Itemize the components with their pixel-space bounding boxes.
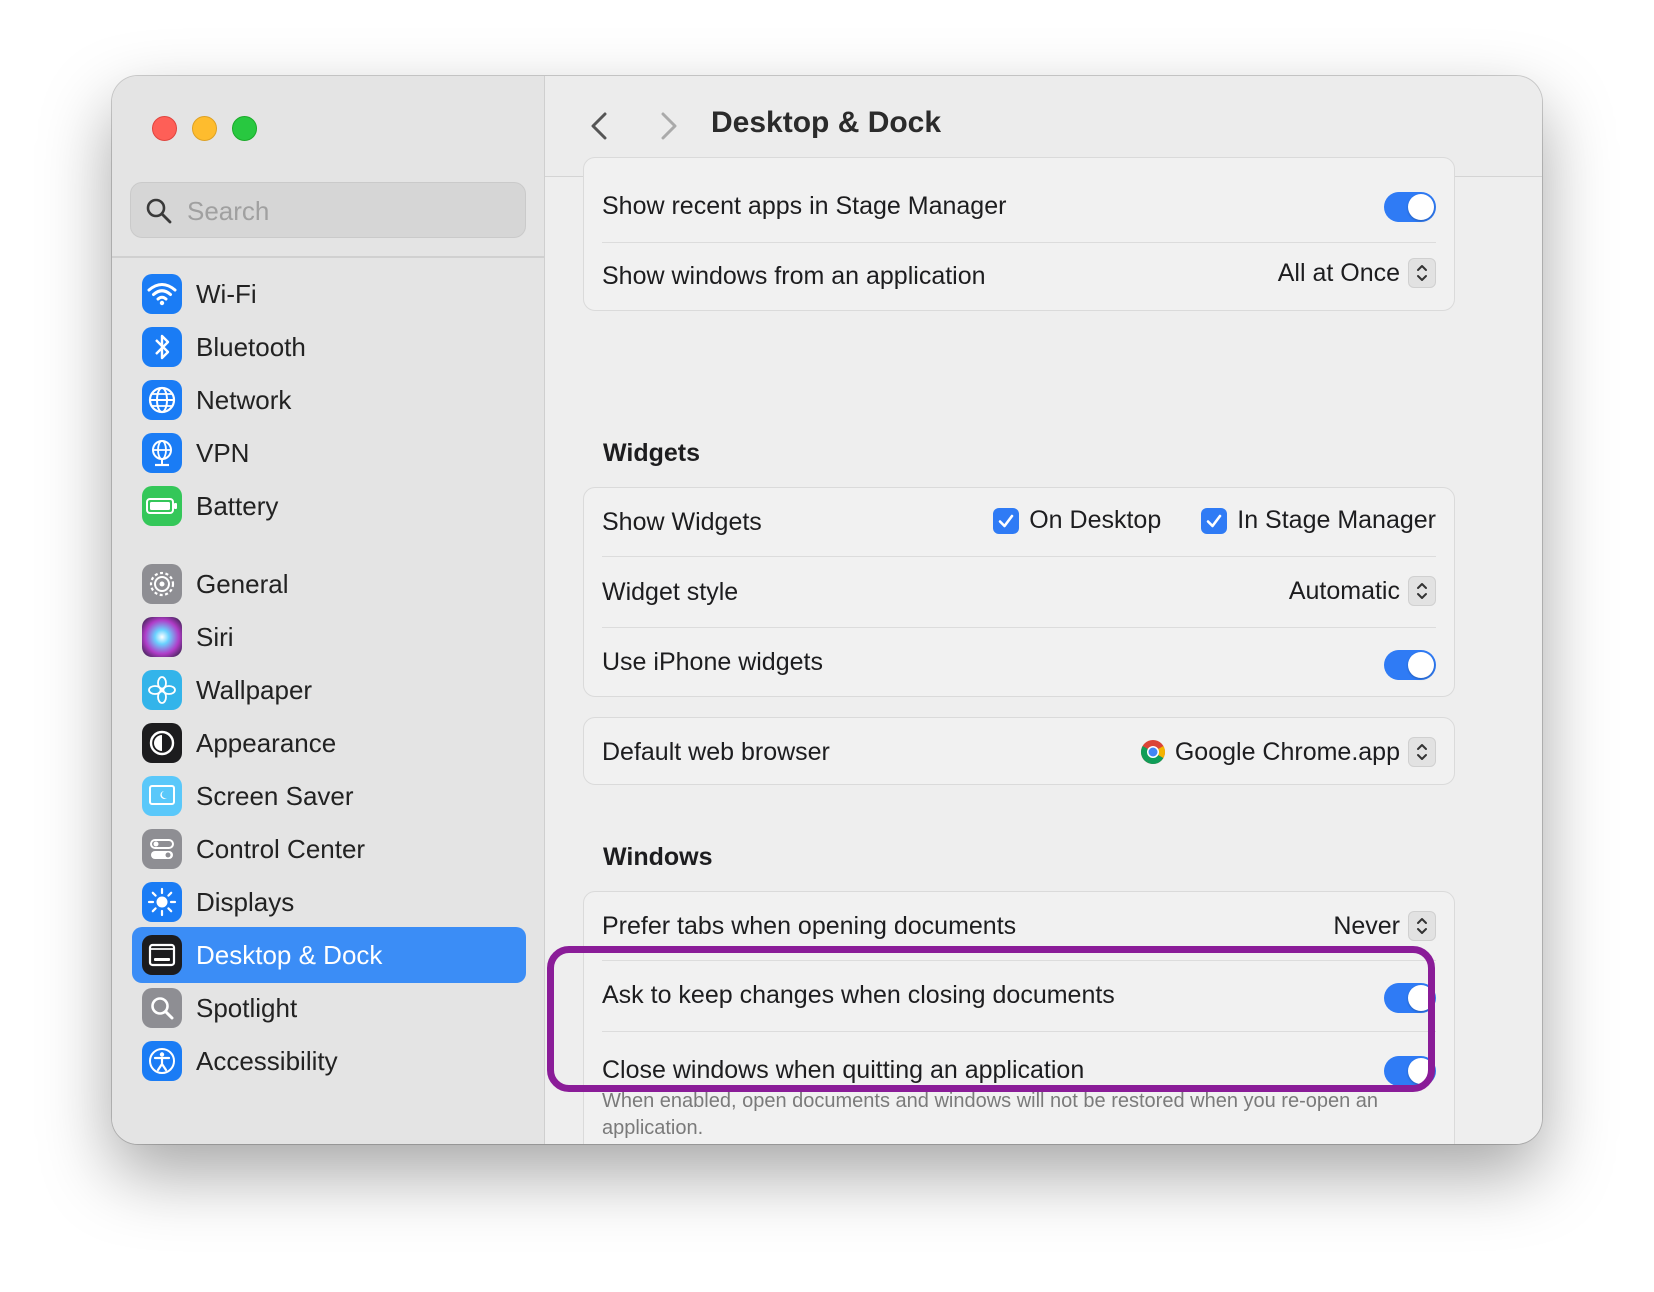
- bluetooth-icon: [142, 327, 182, 367]
- siri-icon: [142, 617, 182, 657]
- in-stage-manager-checkbox[interactable]: [1201, 507, 1228, 534]
- sidebar-item-label: Screen Saver: [196, 781, 354, 811]
- sidebar-item-desktop-dock[interactable]: Desktop & Dock: [132, 927, 526, 983]
- sidebar-item-displays[interactable]: Displays: [132, 874, 526, 930]
- sidebar-item-wallpaper[interactable]: Wallpaper: [132, 662, 526, 718]
- forward-chevron-icon[interactable]: [653, 106, 683, 146]
- gear-icon: [142, 564, 182, 604]
- sidebar-item-label: Siri: [196, 622, 234, 652]
- sidebar-item-general[interactable]: General: [132, 556, 526, 612]
- highlight-annotation: [547, 946, 1435, 1092]
- show-widgets-label: Show Widgets: [602, 508, 762, 536]
- row-divider: [602, 242, 1436, 243]
- sidebar-item-label: Battery: [196, 491, 279, 521]
- sun-icon: [142, 882, 182, 922]
- sidebar-item-label: Wallpaper: [196, 675, 313, 705]
- sidebar-item-spotlight[interactable]: Spotlight: [132, 980, 526, 1036]
- prefer-tabs-popup[interactable]: Never: [1333, 911, 1436, 941]
- iphone-widgets-label: Use iPhone widgets: [602, 648, 823, 676]
- sidebar-item-label: Bluetooth: [196, 332, 306, 362]
- sidebar-item-label: Displays: [196, 887, 295, 917]
- search-field[interactable]: [130, 182, 526, 238]
- control-center-icon: [142, 829, 182, 869]
- sidebar-item-label: Network: [196, 385, 292, 415]
- battery-icon: [142, 486, 182, 526]
- close-windows-description: When enabled, open documents and windows…: [602, 1090, 1379, 1139]
- sidebar-item-label: VPN: [196, 438, 250, 468]
- show-widgets-row: Show Widgets On Desktop In Stage Manager: [602, 488, 1436, 556]
- on-desktop-checkbox[interactable]: [993, 507, 1020, 534]
- sidebar-item-wifi[interactable]: Wi-Fi: [132, 266, 526, 322]
- up-down-chevron-icon: [1408, 911, 1436, 941]
- up-down-chevron-icon: [1408, 258, 1436, 288]
- search-input[interactable]: [185, 191, 519, 231]
- default-browser-value: Google Chrome.app: [1174, 737, 1400, 766]
- sidebar-item-label: Accessibility: [196, 1046, 338, 1076]
- iphone-widgets-toggle[interactable]: [1384, 650, 1436, 680]
- widget-style-popup[interactable]: Automatic: [1289, 576, 1436, 606]
- sidebar-item-label: Desktop & Dock: [196, 940, 383, 970]
- flower-icon: [142, 670, 182, 710]
- zoom-window-button[interactable]: [232, 116, 257, 141]
- iphone-widgets-row: Use iPhone widgets: [602, 628, 1436, 698]
- sidebar-item-network[interactable]: Network: [132, 372, 526, 428]
- on-desktop-label: On Desktop: [1029, 506, 1162, 534]
- sidebar-item-label: Spotlight: [196, 993, 298, 1023]
- widget-style-label: Widget style: [602, 578, 739, 606]
- stage-manager-card: Show recent apps in Stage Manager Show w…: [583, 157, 1455, 311]
- sidebar-item-control-center[interactable]: Control Center: [132, 821, 526, 877]
- widget-style-value: Automatic: [1288, 576, 1400, 605]
- sidebar-item-label: Wi-Fi: [196, 279, 257, 309]
- default-browser-popup[interactable]: Google Chrome.app: [1139, 737, 1436, 767]
- widget-style-row: Widget style Automatic: [602, 557, 1436, 627]
- sidebar-item-label: Appearance: [196, 728, 337, 758]
- magnifier-icon: [142, 988, 182, 1028]
- close-window-button[interactable]: [152, 116, 177, 141]
- wifi-icon: [142, 274, 182, 314]
- accessibility-icon: [142, 1041, 182, 1081]
- sidebar-item-appearance[interactable]: Appearance: [132, 715, 526, 771]
- dock-icon: [142, 935, 182, 975]
- page-title: Desktop & Dock: [711, 106, 942, 139]
- sidebar-item-siri[interactable]: Siri: [132, 609, 526, 665]
- sidebar-item-label: General: [196, 569, 289, 599]
- default-browser-label: Default web browser: [602, 738, 830, 766]
- screen-saver-icon: [142, 776, 182, 816]
- recent-apps-label: Show recent apps in Stage Manager: [602, 192, 1007, 220]
- show-windows-value: All at Once: [1277, 258, 1400, 287]
- show-windows-popup[interactable]: All at Once: [1278, 258, 1436, 288]
- up-down-chevron-icon: [1408, 576, 1436, 606]
- vpn-globe-icon: [142, 433, 182, 473]
- sidebar-item-bluetooth[interactable]: Bluetooth: [132, 319, 526, 375]
- sidebar-item-vpn[interactable]: VPN: [132, 425, 526, 481]
- sidebar: Wi-Fi Bluetooth Network: [112, 76, 545, 1144]
- in-stage-manager-label: In Stage Manager: [1237, 506, 1436, 534]
- default-browser-card: Default web browser Google Chrome.app: [583, 717, 1455, 785]
- recent-apps-toggle[interactable]: [1384, 192, 1436, 222]
- recent-apps-row: Show recent apps in Stage Manager: [602, 178, 1436, 234]
- prefer-tabs-label: Prefer tabs when opening documents: [602, 912, 1017, 940]
- globe-icon: [142, 380, 182, 420]
- show-widgets-options: On Desktop In Stage Manager: [993, 506, 1436, 535]
- widgets-card: Show Widgets On Desktop In Stage Manager…: [583, 487, 1455, 697]
- minimize-window-button[interactable]: [192, 116, 217, 141]
- appearance-icon: [142, 723, 182, 763]
- sidebar-item-accessibility[interactable]: Accessibility: [132, 1033, 526, 1089]
- windows-heading: Windows: [603, 843, 713, 871]
- widgets-heading: Widgets: [603, 439, 700, 467]
- search-icon: [146, 198, 172, 224]
- sidebar-item-battery[interactable]: Battery: [132, 478, 526, 534]
- sidebar-item-label: Control Center: [196, 834, 366, 864]
- show-windows-row: Show windows from an application All at …: [602, 244, 1436, 304]
- show-windows-label: Show windows from an application: [602, 262, 986, 290]
- up-down-chevron-icon: [1408, 737, 1436, 767]
- chrome-icon: [1140, 740, 1165, 765]
- sidebar-item-screen-saver[interactable]: Screen Saver: [132, 768, 526, 824]
- back-chevron-icon[interactable]: [585, 106, 615, 146]
- default-browser-row: Default web browser Google Chrome.app: [602, 718, 1436, 786]
- prefer-tabs-value: Never: [1333, 911, 1400, 940]
- sidebar-divider: [112, 256, 544, 258]
